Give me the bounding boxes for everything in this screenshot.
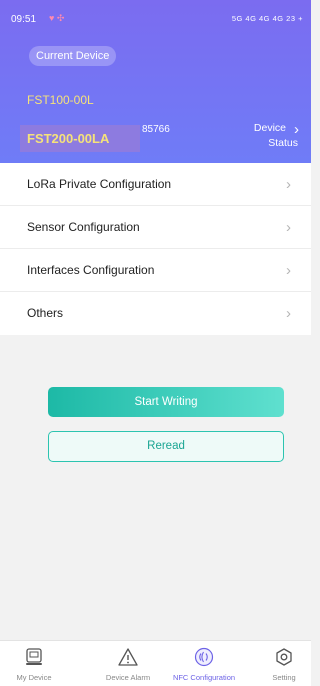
configuration-menu: LoRa Private Configuration › Sensor Conf…: [0, 163, 311, 335]
device-status-label-line1: Device: [253, 122, 286, 134]
current-device-badge: Current Device: [29, 46, 117, 66]
status-bar: 09:51 ♥ ✣ 5G 4G 4G 4G 23 +: [0, 0, 311, 32]
device-code-secondary[interactable]: FST200-00LA: [20, 125, 140, 152]
device-status-button[interactable]: Device Status ›: [253, 121, 299, 151]
reread-button[interactable]: Reread: [48, 431, 284, 462]
tab-label: Device Alarm: [105, 673, 151, 682]
menu-item-lora-private-configuration[interactable]: LoRa Private Configuration ›: [0, 163, 311, 206]
device-header: 09:51 ♥ ✣ 5G 4G 4G 4G 23 + Current Devic…: [0, 0, 311, 163]
menu-item-label: LoRa Private Configuration: [27, 177, 172, 191]
gear-icon: [276, 648, 292, 666]
menu-item-label: Others: [27, 306, 64, 320]
status-time: 09:51: [11, 14, 37, 25]
tab-label: My Device: [16, 673, 52, 682]
device-status-label-line2: Status: [268, 137, 298, 149]
chevron-right-icon: ›: [286, 262, 291, 279]
menu-item-sensor-configuration[interactable]: Sensor Configuration ›: [0, 206, 311, 249]
menu-item-interfaces-configuration[interactable]: Interfaces Configuration ›: [0, 249, 311, 292]
tab-my-device[interactable]: My Device: [6, 641, 62, 686]
status-indicators: ♥ ✣: [49, 13, 65, 23]
chevron-right-icon: ›: [286, 176, 291, 193]
menu-item-label: Sensor Configuration: [27, 220, 140, 234]
tab-device-alarm[interactable]: Device Alarm: [94, 641, 162, 686]
tab-label: NFC Configuration: [172, 673, 236, 682]
chevron-right-icon: ›: [286, 219, 291, 236]
device-code-primary[interactable]: FST100-00L: [27, 93, 94, 107]
menu-item-label: Interfaces Configuration: [27, 263, 155, 277]
device-serial: 85766: [142, 124, 170, 135]
warning-icon: [118, 648, 138, 666]
chevron-right-icon: ›: [286, 305, 291, 322]
chevron-right-icon: ›: [294, 121, 299, 138]
signal-battery-indicators: 5G 4G 4G 4G 23 +: [231, 14, 303, 23]
bottom-tab-bar: My Device Device Alarm NFC Configuration…: [0, 640, 311, 686]
tab-label: Setting: [272, 673, 296, 682]
start-writing-button[interactable]: Start Writing: [48, 387, 284, 417]
nfc-icon: [194, 647, 214, 667]
tab-nfc-configuration[interactable]: NFC Configuration: [163, 641, 245, 686]
tab-setting[interactable]: Setting: [262, 641, 306, 686]
device-icon: [26, 648, 42, 665]
menu-item-others[interactable]: Others ›: [0, 292, 311, 335]
